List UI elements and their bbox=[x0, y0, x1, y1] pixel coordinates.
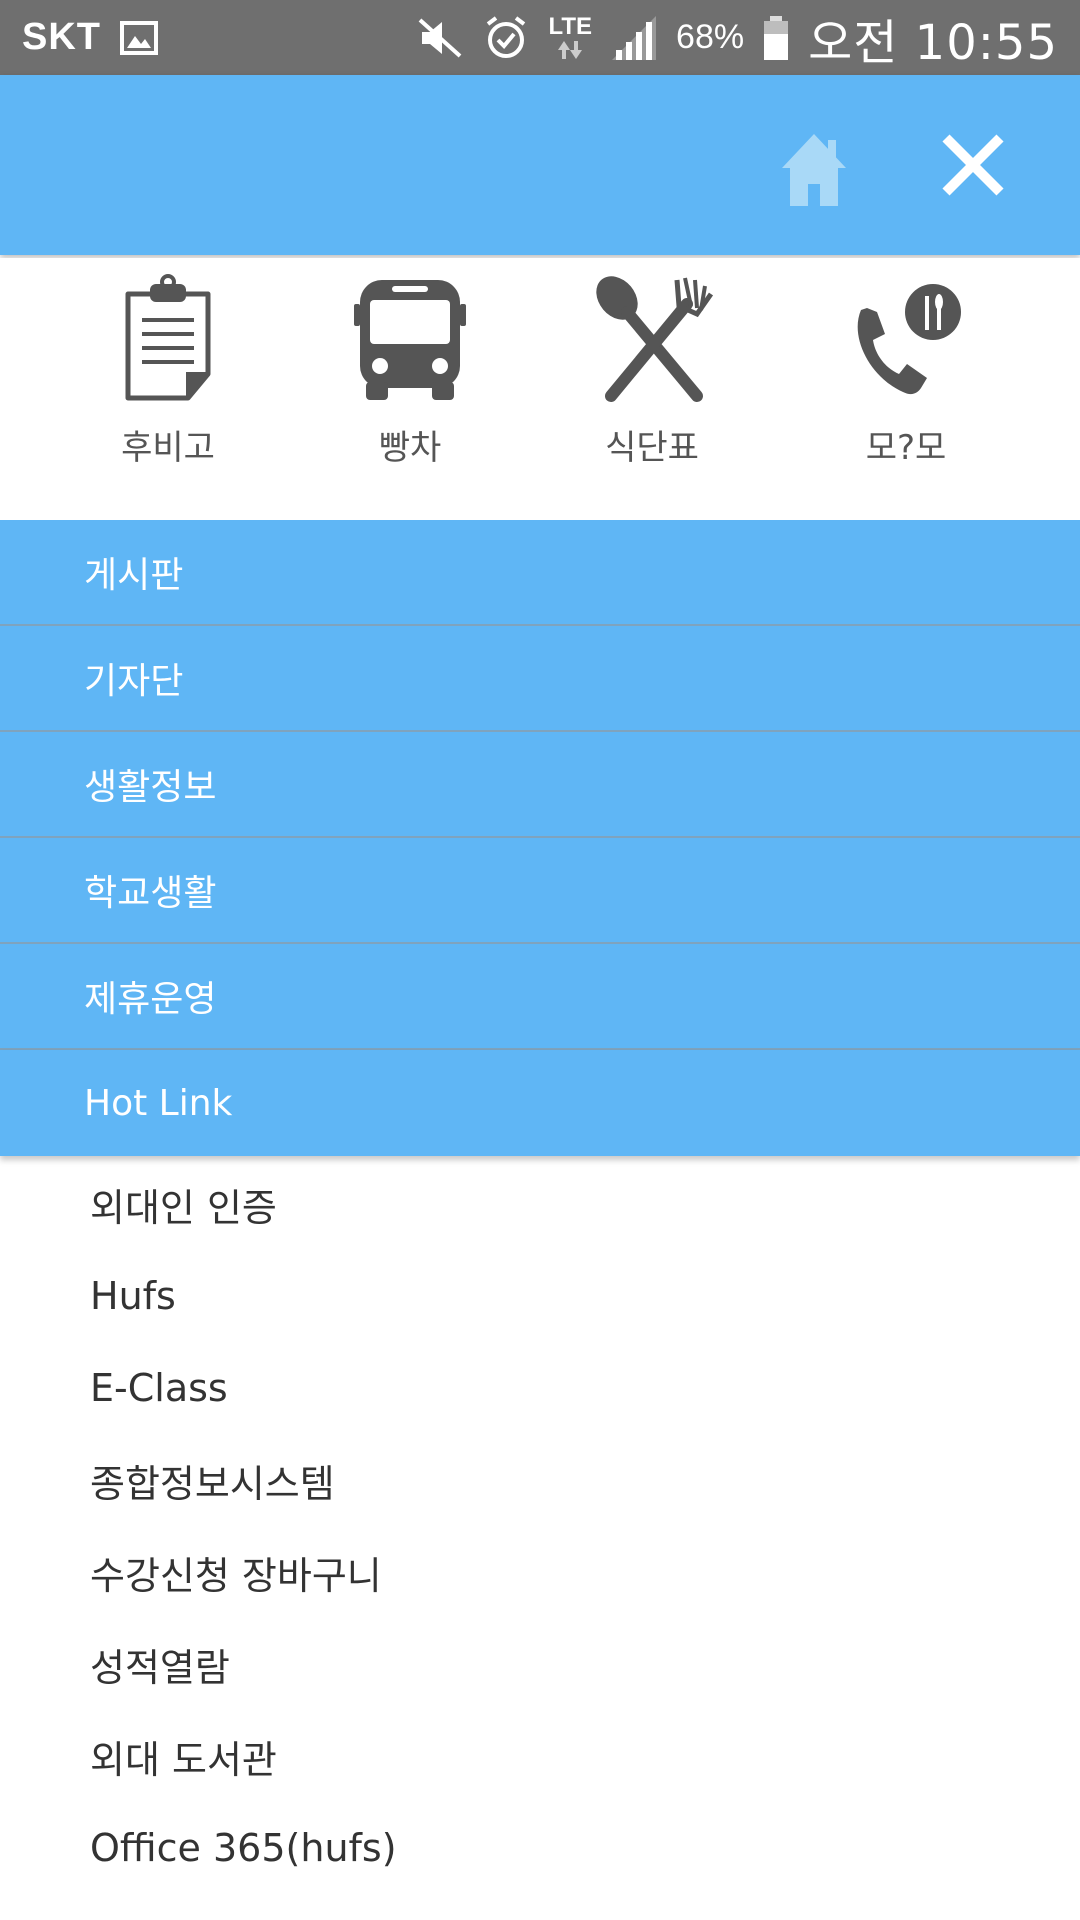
status-bar: SKT LTE 68% 오전 10:55 bbox=[0, 0, 1080, 75]
app-header bbox=[0, 75, 1080, 255]
link-item-hufs-auth[interactable]: 외대인 인증 bbox=[0, 1158, 1080, 1250]
menu-item-reporters[interactable]: 기자단 bbox=[0, 626, 1080, 732]
network-label: LTE bbox=[548, 12, 593, 40]
link-item-library[interactable]: 외대 도서관 bbox=[0, 1710, 1080, 1802]
mute-icon bbox=[416, 16, 464, 60]
quick-item-momo[interactable]: 모?모 bbox=[806, 258, 1006, 498]
quick-item-label: 후비고 bbox=[121, 428, 215, 468]
phone-icon bbox=[841, 274, 971, 404]
clock: 오전 10:55 bbox=[808, 14, 1058, 71]
link-item-grades[interactable]: 성적열람 bbox=[0, 1618, 1080, 1710]
battery-percentage: 68% bbox=[676, 18, 745, 56]
battery-icon bbox=[762, 14, 790, 62]
quick-item-label: 식단표 bbox=[605, 428, 699, 468]
gallery-icon bbox=[119, 18, 159, 58]
quick-menu: 후비고 빵차 식단표 모?모 bbox=[0, 258, 1080, 520]
link-item-hufs[interactable]: Hufs bbox=[0, 1250, 1080, 1342]
quick-item-label: 빵차 bbox=[378, 428, 442, 468]
signal-icon bbox=[610, 14, 658, 62]
quick-item-label: 모?모 bbox=[865, 428, 947, 468]
quick-item-menu-table[interactable]: 식단표 bbox=[552, 258, 752, 498]
menu-item-hot-link[interactable]: Hot Link bbox=[0, 1050, 1080, 1156]
quick-item-hubigo[interactable]: 후비고 bbox=[68, 258, 268, 498]
home-button[interactable] bbox=[778, 130, 850, 210]
bus-icon bbox=[345, 274, 475, 404]
link-item-office365[interactable]: Office 365(hufs) bbox=[0, 1802, 1080, 1894]
spoon-fork-icon bbox=[587, 274, 717, 404]
alarm-icon bbox=[482, 14, 530, 62]
clipboard-icon bbox=[103, 274, 233, 404]
link-item-eclass[interactable]: E-Class bbox=[0, 1342, 1080, 1434]
close-button[interactable] bbox=[938, 130, 1008, 200]
link-item-info-system[interactable]: 종합정보시스템 bbox=[0, 1434, 1080, 1526]
hot-link-list: 외대인 인증 Hufs E-Class 종합정보시스템 수강신청 장바구니 성적… bbox=[0, 1158, 1080, 1894]
close-icon bbox=[942, 134, 1004, 196]
home-icon bbox=[782, 134, 846, 206]
menu-item-school-life[interactable]: 학교생활 bbox=[0, 838, 1080, 944]
menu-item-life-info[interactable]: 생활정보 bbox=[0, 732, 1080, 838]
carrier-label: SKT bbox=[22, 16, 101, 58]
main-menu: 게시판 기자단 생활정보 학교생활 제휴운영 Hot Link bbox=[0, 520, 1080, 1156]
lte-icon: LTE bbox=[548, 12, 593, 61]
menu-item-board[interactable]: 게시판 bbox=[0, 520, 1080, 626]
quick-item-bbangcha[interactable]: 빵차 bbox=[310, 258, 510, 498]
menu-item-partnership[interactable]: 제휴운영 bbox=[0, 944, 1080, 1050]
link-item-course-cart[interactable]: 수강신청 장바구니 bbox=[0, 1526, 1080, 1618]
